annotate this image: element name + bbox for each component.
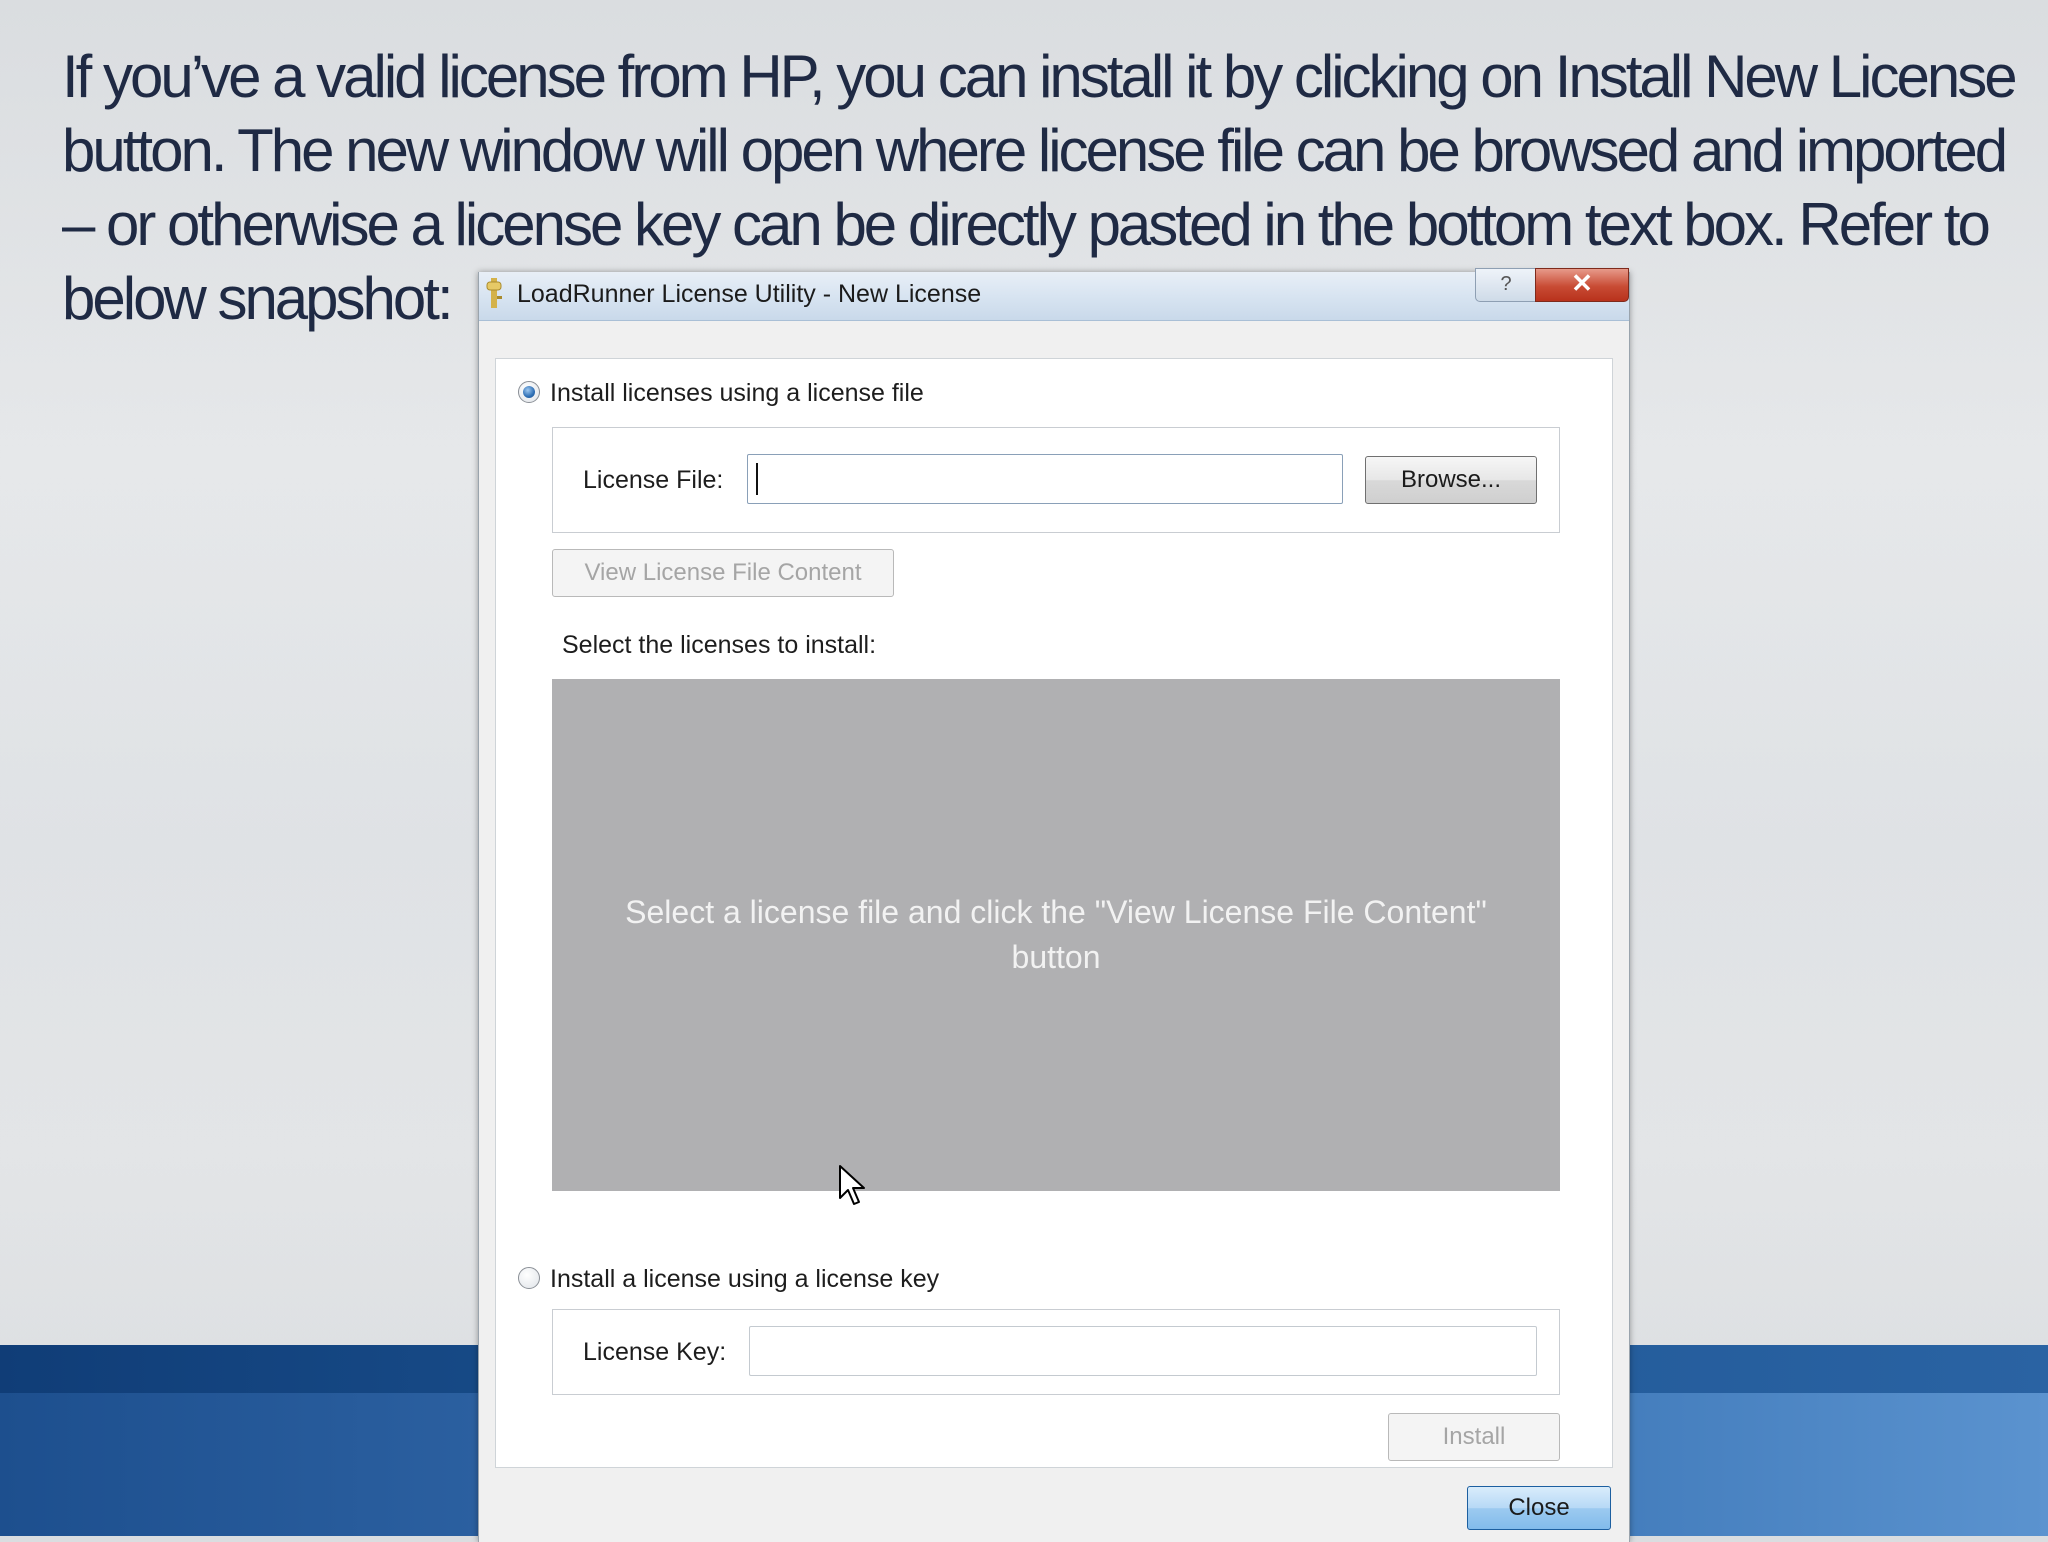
text-caret — [756, 463, 758, 495]
license-key-radio-label[interactable]: Install a license using a license key — [550, 1265, 939, 1294]
key-icon — [486, 278, 502, 308]
licenses-list-panel: Select a license file and click the "Vie… — [552, 679, 1560, 1191]
select-licenses-label: Select the licenses to install: — [562, 631, 877, 659]
license-key-group: License Key: — [552, 1309, 1560, 1395]
license-key-input[interactable] — [749, 1326, 1537, 1376]
dialog-content: Install licenses using a license file Li… — [495, 358, 1613, 1468]
license-dialog: LoadRunner License Utility - New License… — [478, 268, 1630, 1542]
license-file-group: License File: Browse... — [552, 427, 1560, 533]
dialog-titlebar[interactable]: LoadRunner License Utility - New License… — [479, 268, 1629, 321]
view-license-file-content-button[interactable]: View License File Content — [552, 549, 894, 597]
help-icon: ? — [1500, 273, 1512, 295]
help-button[interactable]: ? — [1475, 268, 1537, 302]
license-file-input[interactable] — [747, 454, 1343, 504]
close-icon: ✕ — [1571, 268, 1593, 298]
license-file-radio-label[interactable]: Install licenses using a license file — [550, 379, 924, 408]
close-button[interactable]: Close — [1467, 1486, 1611, 1530]
license-file-label: License File: — [583, 466, 724, 494]
window-close-button[interactable]: ✕ — [1535, 268, 1629, 302]
license-key-radio[interactable] — [518, 1267, 540, 1289]
install-button[interactable]: Install — [1388, 1413, 1560, 1461]
dialog-title: LoadRunner License Utility - New License — [517, 280, 982, 308]
license-key-label: License Key: — [583, 1338, 727, 1366]
mouse-pointer-icon — [839, 1165, 865, 1205]
browse-button[interactable]: Browse... — [1365, 456, 1537, 504]
licenses-panel-message: Select a license file and click the "Vie… — [625, 894, 1487, 975]
license-file-radio[interactable] — [518, 381, 540, 403]
